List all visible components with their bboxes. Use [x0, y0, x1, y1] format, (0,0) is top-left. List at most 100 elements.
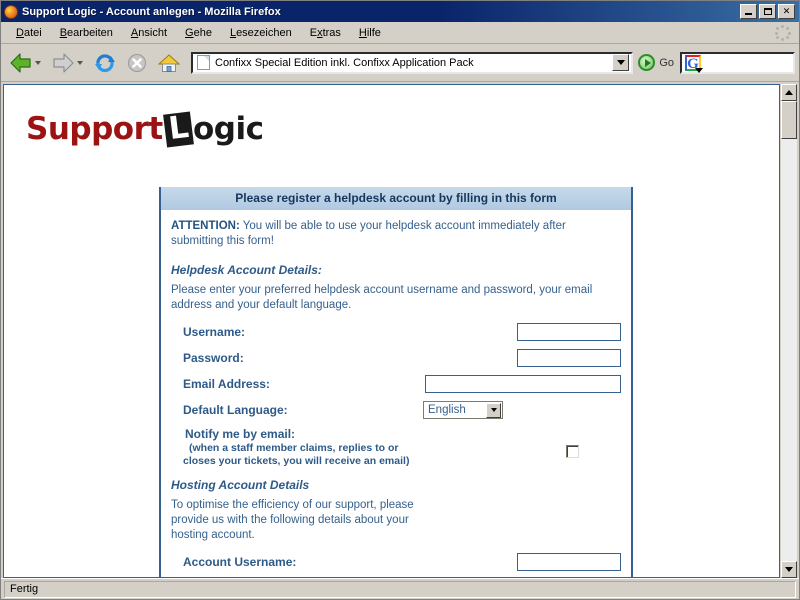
- status-bar: Fertig: [1, 578, 799, 599]
- menu-item-gehe-label: ehe: [193, 26, 212, 39]
- back-arrow-icon: [10, 52, 31, 73]
- vertical-scrollbar[interactable]: [780, 84, 797, 578]
- email-input[interactable]: [425, 375, 621, 393]
- language-select-caret-icon[interactable]: [486, 402, 501, 418]
- menu-item-extras[interactable]: Extras: [301, 25, 350, 41]
- menu-item-datei[interactable]: Datei: [7, 25, 51, 41]
- menu-item-datei-label: atei: [23, 26, 42, 39]
- scroll-up-button[interactable]: [781, 84, 797, 101]
- notify-sub-line1: (when a staff member claims, replies to …: [189, 442, 399, 454]
- maximize-icon: [763, 8, 772, 15]
- notify-label: Notify me by email:: [185, 427, 296, 441]
- password-label: Password:: [183, 351, 244, 365]
- form-header: Please register a helpdesk account by fi…: [161, 187, 631, 211]
- notify-checkbox[interactable]: [566, 445, 579, 458]
- minimize-icon: [745, 13, 752, 15]
- window-title: Support Logic - Account anlegen - Mozill…: [22, 5, 281, 18]
- menu-item-bearbeiten[interactable]: Bearbeiten: [51, 25, 122, 41]
- account-username-row: Account Username:: [171, 553, 621, 571]
- reload-button[interactable]: [89, 51, 121, 75]
- menu-item-gehe[interactable]: Gehe: [176, 25, 221, 41]
- menu-item-extras-label: tras: [322, 26, 341, 39]
- forward-dropdown-caret-icon[interactable]: [77, 60, 83, 65]
- firefox-logo-icon: [4, 4, 18, 19]
- stop-button[interactable]: [121, 51, 153, 75]
- menu-item-hilfe[interactable]: Hilfe: [350, 25, 390, 41]
- location-dropdown-button[interactable]: [612, 54, 630, 71]
- menu-item-lesezeichen[interactable]: Lesezeichen: [221, 25, 301, 41]
- go-button[interactable]: Go: [638, 54, 680, 71]
- language-label: Default Language:: [183, 403, 288, 417]
- menu-item-bearbeiten-label: earbeiten: [67, 26, 113, 39]
- email-label: Email Address:: [183, 377, 270, 391]
- hosting-section-title: Hosting Account Details: [171, 478, 310, 492]
- location-bar[interactable]: Confixx Special Edition inkl. Confixx Ap…: [191, 51, 634, 74]
- username-label: Username:: [183, 325, 246, 339]
- home-button[interactable]: [153, 51, 185, 75]
- password-input[interactable]: [517, 349, 621, 367]
- close-button[interactable]: ✕: [778, 4, 795, 19]
- back-button[interactable]: [5, 51, 47, 75]
- logo-support-text: Support: [26, 111, 163, 147]
- helpdesk-section-title: Helpdesk Account Details:: [171, 263, 322, 277]
- menu-item-hilfe-label: ilfe: [366, 26, 381, 39]
- chevron-down-icon: [490, 408, 497, 412]
- home-icon: [157, 53, 181, 72]
- scrollbar-thumb[interactable]: [781, 101, 797, 139]
- hosting-section-description: To optimise the efficiency of our suppor…: [171, 499, 414, 541]
- navigation-toolbar: Confixx Special Edition inkl. Confixx Ap…: [1, 44, 799, 82]
- minimize-button[interactable]: [740, 4, 757, 19]
- menu-bar: Datei Bearbeiten Ansicht Gehe Lesezeiche…: [1, 22, 799, 44]
- location-input[interactable]: Confixx Special Edition inkl. Confixx Ap…: [215, 57, 612, 69]
- chevron-down-icon: [616, 60, 625, 65]
- form-body: ATTENTION: You will be able to use your …: [161, 211, 631, 577]
- status-pane: Fertig: [4, 580, 796, 598]
- notify-text-block: Notify me by email: (when a staff member…: [171, 427, 566, 468]
- username-row: Username:: [171, 323, 621, 341]
- scroll-down-button[interactable]: [781, 561, 797, 578]
- site-logo: Support Logic: [4, 85, 779, 157]
- page-icon: [197, 55, 210, 70]
- registration-form-card: Please register a helpdesk account by fi…: [159, 187, 633, 577]
- forward-arrow-icon: [53, 52, 74, 73]
- firefox-window: Support Logic - Account anlegen - Mozill…: [0, 0, 800, 600]
- scrollbar-track[interactable]: [781, 101, 797, 561]
- account-username-label: Account Username:: [183, 555, 297, 569]
- scroll-down-icon: [785, 567, 793, 572]
- forward-button[interactable]: [47, 51, 89, 75]
- stop-icon: [128, 53, 146, 72]
- username-input[interactable]: [517, 323, 621, 341]
- notify-sub-line2: closes your tickets, you will receive an…: [183, 455, 410, 467]
- menu-item-ansicht[interactable]: Ansicht: [122, 25, 176, 41]
- browser-viewport: Support Logic Please register a helpdesk …: [1, 82, 799, 578]
- web-page: Support Logic Please register a helpdesk …: [3, 84, 780, 578]
- email-row: Email Address:: [171, 375, 621, 393]
- status-text: Fertig: [10, 583, 39, 595]
- search-box[interactable]: G: [680, 51, 795, 74]
- attention-label: ATTENTION:: [171, 220, 240, 232]
- search-engine-caret-icon: [695, 67, 703, 73]
- language-select[interactable]: English: [423, 401, 503, 419]
- scroll-up-icon: [785, 90, 793, 95]
- maximize-button[interactable]: [759, 4, 776, 19]
- google-g-icon[interactable]: G: [685, 54, 703, 73]
- notify-row: Notify me by email: (when a staff member…: [171, 427, 621, 468]
- reload-icon: [95, 53, 115, 72]
- menu-item-lesezeichen-label: esezeichen: [236, 26, 292, 39]
- go-arrow-icon: [638, 54, 656, 71]
- notify-sub-label: (when a staff member claims, replies to …: [183, 442, 443, 468]
- logo-ogic-text: ogic: [192, 111, 264, 147]
- logo-boxed-letter: L: [162, 108, 194, 148]
- menu-decoration-icon: [775, 24, 791, 41]
- language-select-value: English: [428, 404, 466, 416]
- title-bar: Support Logic - Account anlegen - Mozill…: [1, 1, 799, 22]
- attention-notice: ATTENTION: You will be able to use your …: [171, 219, 621, 249]
- password-row: Password:: [171, 349, 621, 367]
- menu-item-ansicht-label: nsicht: [138, 26, 168, 39]
- helpdesk-section-description: Please enter your preferred helpdesk acc…: [171, 284, 593, 311]
- language-row: Default Language: English: [171, 401, 621, 419]
- back-dropdown-caret-icon[interactable]: [35, 60, 41, 65]
- account-username-input[interactable]: [517, 553, 621, 571]
- go-button-label: Go: [659, 56, 674, 69]
- close-icon: ✕: [782, 6, 791, 16]
